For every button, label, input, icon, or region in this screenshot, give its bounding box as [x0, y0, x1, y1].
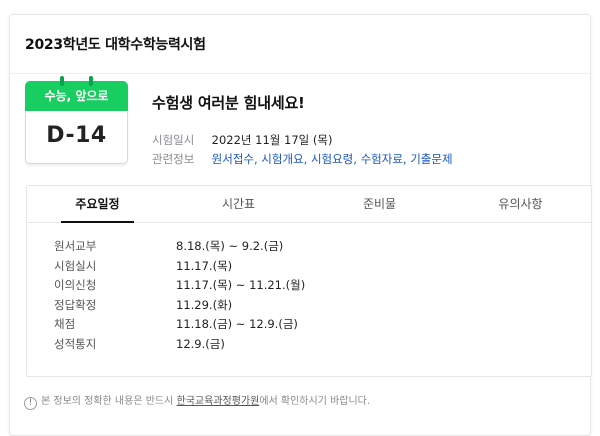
schedule-item-name: 정답확정	[54, 297, 97, 312]
schedule-item-name: 채점	[54, 317, 76, 331]
schedule-item-date: 11.17.(목) ~ 11.21.(월)	[176, 278, 306, 292]
related-info-row: 관련정보 원서접수, 시험개요, 시험요령, 수험자료, 기출문제	[152, 152, 453, 166]
exam-card: 2023학년도 대학수학능력시험 수능, 앞으로 D-14 수험생 여러분 힘내…	[9, 14, 592, 436]
calendar-ring-icon	[60, 76, 64, 86]
tab-supplies[interactable]: 준비물	[309, 186, 450, 222]
kice-link[interactable]: 한국교육과정평가원	[177, 396, 260, 407]
schedule-item-name: 시험실시	[54, 258, 97, 273]
related-link-materials[interactable]: 수험자료	[361, 152, 403, 166]
schedule-item-name: 원서교부	[54, 239, 97, 253]
schedule-item-date: 11.18.(금) ~ 12.9.(금)	[176, 317, 298, 331]
schedule-item-name: 성적통지	[54, 336, 97, 351]
list-item: 원서교부 8.18.(목) ~ 9.2.(금)	[54, 238, 305, 258]
tab-bar: 주요일정 시간표 준비물 유의사항	[27, 186, 591, 223]
dday-count: D-14	[25, 111, 128, 164]
exam-date-row: 시험일시 2022년 11월 17일 (목)	[152, 132, 332, 148]
related-info-label: 관련정보	[152, 152, 195, 166]
cheer-headline: 수험생 여러분 힘내세요!	[152, 94, 305, 112]
tab-precautions[interactable]: 유의사항	[450, 186, 591, 222]
related-link-application[interactable]: 원서접수	[212, 152, 254, 166]
schedule-item-date: 8.18.(목) ~ 9.2.(금)	[176, 239, 284, 253]
related-link-guidelines[interactable]: 시험요령	[311, 152, 353, 166]
list-item: 성적통지 12.9.(금)	[54, 336, 305, 356]
calendar-ring-icon	[89, 76, 93, 86]
source-notice: ! 본 정보의 정확한 내용은 반드시 한국교육과정평가원에서 확인하시기 바랍니…	[24, 392, 370, 410]
schedule-item-date: 12.9.(금)	[176, 336, 225, 351]
related-link-overview[interactable]: 시험개요	[261, 152, 303, 166]
related-link-past-exams[interactable]: 기출문제	[410, 152, 452, 166]
notice-text-before: 본 정보의 정확한 내용은 반드시	[41, 396, 177, 407]
divider	[10, 73, 590, 74]
list-item: 시험실시 11.17.(목)	[54, 258, 305, 278]
tab-main-schedule[interactable]: 주요일정	[27, 186, 168, 223]
schedule-item-date: 11.17.(목)	[176, 258, 233, 273]
card-title: 2023학년도 대학수학능력시험	[25, 37, 206, 53]
list-item: 정답확정 11.29.(화)	[54, 297, 305, 317]
dday-calendar-badge: 수능, 앞으로 D-14	[25, 76, 128, 166]
notice-text-after: 에서 확인하시기 바랍니다.	[259, 396, 371, 407]
dday-badge-label: 수능, 앞으로	[25, 81, 128, 111]
schedule-item-name: 이의신청	[54, 278, 97, 292]
exam-date-label: 시험일시	[152, 133, 195, 147]
list-item: 채점 11.18.(금) ~ 12.9.(금)	[54, 316, 305, 336]
exam-date-value: 2022년 11월 17일 (목)	[211, 133, 333, 147]
info-icon: !	[24, 397, 37, 410]
list-item: 이의신청 11.17.(목) ~ 11.21.(월)	[54, 277, 305, 297]
schedule-panel: 주요일정 시간표 준비물 유의사항 원서교부 8.18.(목) ~ 9.2.(금)…	[26, 185, 592, 377]
tab-timetable[interactable]: 시간표	[168, 186, 309, 222]
schedule-list: 원서교부 8.18.(목) ~ 9.2.(금) 시험실시 11.17.(목) 이의신…	[54, 238, 305, 355]
schedule-item-date: 11.29.(화)	[176, 297, 233, 312]
